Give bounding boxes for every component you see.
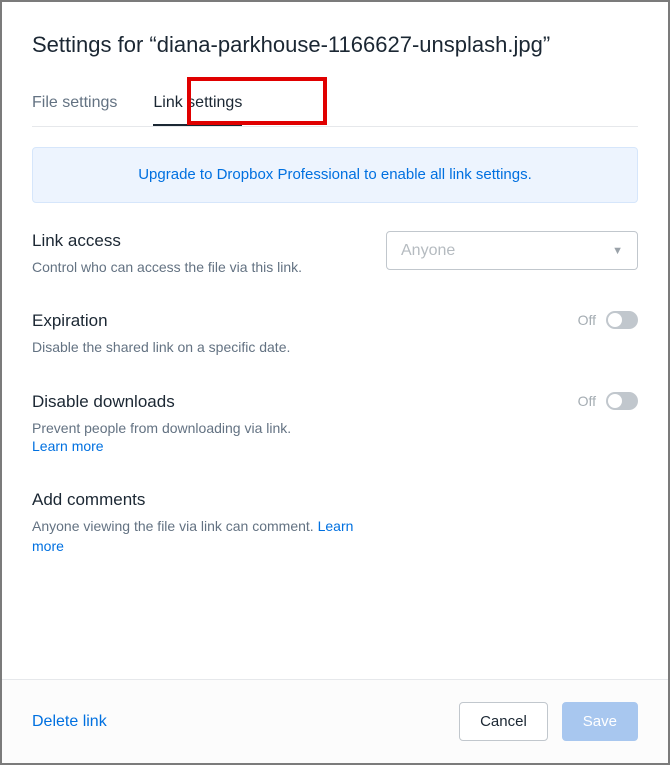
tabs-bar: File settings Link settings xyxy=(32,86,638,127)
link-access-text: Link access Control who can access the f… xyxy=(32,231,371,277)
expiration-control: Off xyxy=(578,311,638,329)
toggle-knob xyxy=(608,394,622,408)
disable-downloads-state: Off xyxy=(578,393,596,409)
tab-file-settings[interactable]: File settings xyxy=(32,86,117,126)
expiration-desc: Disable the shared link on a specific da… xyxy=(32,337,371,357)
link-access-select[interactable]: Anyone ▼ xyxy=(386,231,638,270)
upgrade-banner: Upgrade to Dropbox Professional to enabl… xyxy=(32,147,638,203)
modal-footer: Delete link Cancel Save xyxy=(2,679,668,763)
expiration-row: Expiration Disable the shared link on a … xyxy=(32,311,638,357)
expiration-state: Off xyxy=(578,312,596,328)
link-access-row: Link access Control who can access the f… xyxy=(32,231,638,277)
add-comments-desc-text: Anyone viewing the file via link can com… xyxy=(32,518,318,534)
footer-buttons: Cancel Save xyxy=(459,702,638,741)
link-access-control: Anyone ▼ xyxy=(386,231,638,270)
add-comments-desc: Anyone viewing the file via link can com… xyxy=(32,516,371,557)
disable-downloads-row: Disable downloads Prevent people from do… xyxy=(32,392,638,456)
tab-link-settings[interactable]: Link settings xyxy=(153,86,242,126)
delete-link[interactable]: Delete link xyxy=(32,713,107,731)
disable-downloads-title: Disable downloads xyxy=(32,392,371,412)
save-button[interactable]: Save xyxy=(562,702,638,741)
modal-content: Settings for “diana-parkhouse-1166627-un… xyxy=(2,2,668,679)
chevron-down-icon: ▼ xyxy=(612,245,623,257)
disable-downloads-desc: Prevent people from downloading via link… xyxy=(32,418,371,438)
expiration-title: Expiration xyxy=(32,311,371,331)
cancel-button[interactable]: Cancel xyxy=(459,702,548,741)
link-access-title: Link access xyxy=(32,231,371,251)
add-comments-row: Add comments Anyone viewing the file via… xyxy=(32,490,638,557)
link-access-selected: Anyone xyxy=(401,242,455,260)
link-access-desc: Control who can access the file via this… xyxy=(32,257,371,277)
expiration-toggle[interactable] xyxy=(606,311,638,329)
toggle-knob xyxy=(608,313,622,327)
upgrade-link[interactable]: Upgrade to Dropbox Professional to enabl… xyxy=(138,166,532,183)
modal-title: Settings for “diana-parkhouse-1166627-un… xyxy=(32,32,638,58)
expiration-text: Expiration Disable the shared link on a … xyxy=(32,311,371,357)
disable-downloads-learn-more[interactable]: Learn more xyxy=(32,438,104,454)
disable-downloads-toggle[interactable] xyxy=(606,392,638,410)
disable-downloads-text: Disable downloads Prevent people from do… xyxy=(32,392,371,456)
disable-downloads-control: Off xyxy=(578,392,638,410)
add-comments-text: Add comments Anyone viewing the file via… xyxy=(32,490,371,557)
settings-modal: Settings for “diana-parkhouse-1166627-un… xyxy=(0,0,670,765)
add-comments-title: Add comments xyxy=(32,490,371,510)
